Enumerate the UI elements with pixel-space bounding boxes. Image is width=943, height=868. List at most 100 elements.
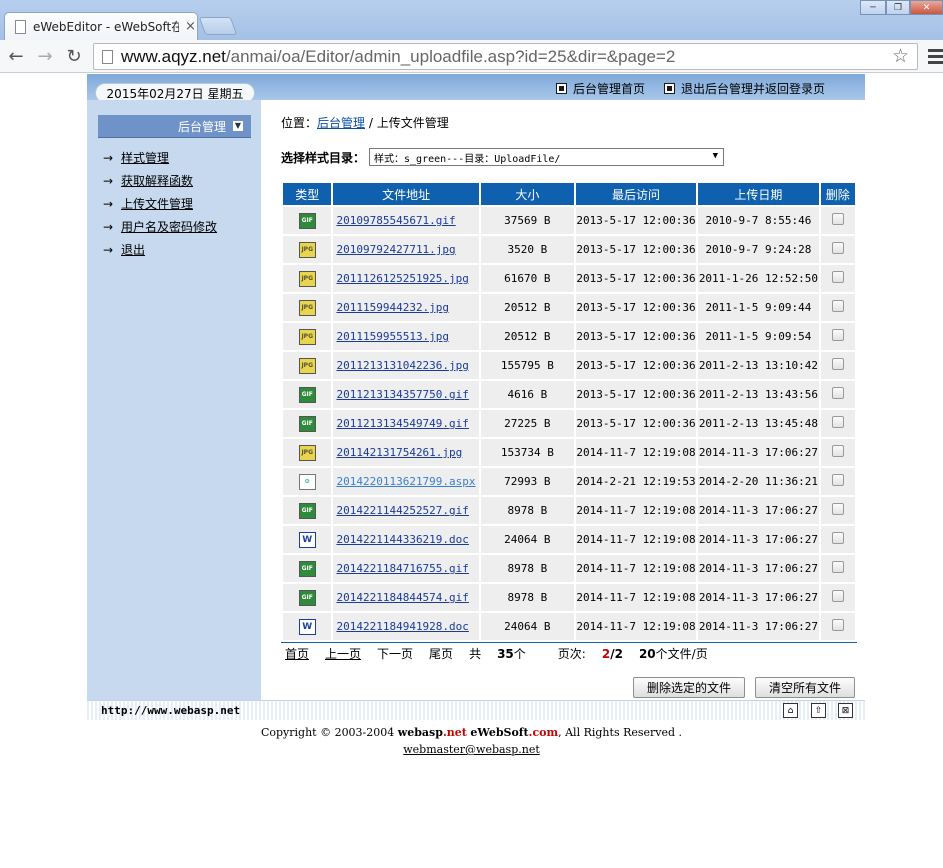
file-uploaded-cell: 2014-11-3 17:06:27 xyxy=(698,613,819,640)
sidebar-item-password[interactable]: → 用户名及密码修改 xyxy=(103,215,217,238)
table-row: JPG 2011213131042236.jpg 155795 B 2013-5-17… xyxy=(283,352,855,379)
file-uploaded-cell: 2014-11-3 17:06:27 xyxy=(698,439,819,466)
browser-tab[interactable]: eWebEditor - eWebSoft在线 × xyxy=(4,12,198,40)
address-bar[interactable]: www.aqyz.net/anmai/oa/Editor/admin_uploa… xyxy=(93,43,918,70)
delete-checkbox[interactable] xyxy=(831,329,844,341)
file-type-cell: GIF xyxy=(283,381,332,408)
browser-titlebar: eWebEditor - eWebSoft在线 × ─ ❐ ✕ xyxy=(0,0,943,40)
restore-button[interactable]: ❐ xyxy=(886,0,910,15)
back-icon[interactable]: ← xyxy=(5,45,27,67)
file-name-cell: 201142131754261.jpg xyxy=(333,439,479,466)
file-link[interactable]: 2014221144336219.doc xyxy=(336,533,468,546)
delete-checkbox[interactable] xyxy=(831,213,844,225)
col-uploaded: 上传日期 xyxy=(698,183,819,205)
browser-menu-icon[interactable] xyxy=(928,46,943,68)
file-link[interactable]: 2011159944232.jpg xyxy=(336,301,449,314)
delete-checkbox[interactable] xyxy=(831,619,844,631)
delete-checkbox[interactable] xyxy=(831,271,844,283)
close-icon[interactable]: ⊠ xyxy=(838,703,853,718)
file-link[interactable]: 2014221184716755.gif xyxy=(336,562,468,575)
copyright-line: Copyright © 2003-2004 webasp.net eWebSof… xyxy=(0,724,943,741)
delete-checkbox[interactable] xyxy=(831,387,844,399)
delete-checkbox[interactable] xyxy=(831,358,844,370)
file-uploaded-cell: 2011-1-26 12:52:50 xyxy=(698,265,819,292)
table-row: W 2014221184941928.doc 24064 B 2014-11-7 12… xyxy=(283,613,855,640)
contact-email-link[interactable]: webmaster@webasp.net xyxy=(403,743,540,756)
col-filename: 文件地址 xyxy=(333,183,479,205)
file-name-cell: 2011213134549749.gif xyxy=(333,410,479,437)
delete-checkbox[interactable] xyxy=(831,474,844,486)
file-link[interactable]: 2011213134549749.gif xyxy=(336,417,468,430)
close-window-button[interactable]: ✕ xyxy=(910,0,943,15)
file-link[interactable]: 2011213131042236.jpg xyxy=(336,359,468,372)
file-link[interactable]: 2011213134357750.gif xyxy=(336,388,468,401)
sidebar-item-exit[interactable]: → 退出 xyxy=(103,238,217,261)
sidebar-header[interactable]: 后台管理 ▼ xyxy=(98,115,251,138)
table-row: GIF 2014221184716755.gif 8978 B 2014-11-7 1… xyxy=(283,555,855,582)
delete-checkbox[interactable] xyxy=(831,503,844,515)
up-icon[interactable]: ⇧ xyxy=(811,703,826,718)
file-link[interactable]: 2014221144252527.gif xyxy=(336,504,468,517)
header-link-admin-home[interactable]: 后台管理首页 xyxy=(556,80,645,97)
file-type-cell: JPG xyxy=(283,294,332,321)
reload-icon[interactable]: ↻ xyxy=(63,45,85,67)
file-delete-cell xyxy=(820,497,855,524)
file-type-cell: W xyxy=(283,526,332,553)
col-delete: 删除 xyxy=(820,183,855,205)
header-link-logout[interactable]: 退出后台管理并返回登录页 xyxy=(664,80,825,97)
file-link[interactable]: 20109792427711.jpg xyxy=(336,243,455,256)
browser-toolbar: ← → ↻ www.aqyz.net/anmai/oa/Editor/admin… xyxy=(0,40,943,73)
header-link-label[interactable]: 退出后台管理并返回登录页 xyxy=(681,80,825,97)
file-link[interactable]: 2014220113621799.aspx xyxy=(336,475,475,488)
forward-icon[interactable]: → xyxy=(34,45,56,67)
brand-ewebsoft: eWebSoft xyxy=(470,726,529,739)
file-gif-icon: GIF xyxy=(298,503,316,519)
file-accessed-cell: 2014-11-7 12:19:08 xyxy=(575,613,697,640)
copyright-suffix: , All Rights Reserved . xyxy=(558,726,683,739)
bookmark-star-icon[interactable]: ☆ xyxy=(892,45,909,67)
file-link[interactable]: 2011126125251925.jpg xyxy=(336,272,468,285)
sidebar-item-functions[interactable]: → 获取解释函数 xyxy=(103,169,217,192)
file-link[interactable]: 20109785545671.gif xyxy=(336,214,455,227)
file-uploaded-cell: 2011-2-13 13:43:56 xyxy=(698,381,819,408)
sidebar-item-label[interactable]: 获取解释函数 xyxy=(121,172,193,189)
delete-checkbox[interactable] xyxy=(831,300,844,312)
chevron-down-icon: ▼ xyxy=(233,121,243,131)
page-icon xyxy=(15,19,26,34)
delete-checkbox[interactable] xyxy=(831,532,844,544)
style-dir-select[interactable]: 样式：s_green---目录：UploadFile/ ▼ xyxy=(369,148,725,166)
pager-per-page: 20个文件/页 xyxy=(638,647,708,661)
file-name-cell: 2014221144336219.doc xyxy=(333,526,479,553)
pager-next-label: 下一页 xyxy=(377,647,414,661)
home-icon[interactable]: ⌂ xyxy=(783,703,798,718)
sidebar-item-label[interactable]: 上传文件管理 xyxy=(121,195,193,212)
file-link[interactable]: 201142131754261.jpg xyxy=(336,446,462,459)
file-size-cell: 20512 B xyxy=(480,323,574,350)
clear-all-button[interactable]: 清空所有文件 xyxy=(755,677,855,698)
header-link-label[interactable]: 后台管理首页 xyxy=(573,80,645,97)
file-accessed-cell: 2013-5-17 12:00:36 xyxy=(575,236,697,263)
table-header-row: 类型 文件地址 大小 最后访问 上传日期 删除 xyxy=(283,183,855,205)
breadcrumb-link[interactable]: 后台管理 xyxy=(317,116,365,130)
sidebar-item-label[interactable]: 用户名及密码修改 xyxy=(121,218,217,235)
delete-checkbox[interactable] xyxy=(831,590,844,602)
file-link[interactable]: 2014221184844574.gif xyxy=(336,591,468,604)
delete-checkbox[interactable] xyxy=(831,561,844,573)
tab-close-icon[interactable]: × xyxy=(185,19,196,34)
sidebar-item-label[interactable]: 样式管理 xyxy=(121,149,169,166)
sidebar-item-style[interactable]: → 样式管理 xyxy=(103,146,217,169)
copyright-prefix: Copyright © 2003-2004 xyxy=(260,726,398,739)
delete-checkbox[interactable] xyxy=(831,416,844,428)
file-link[interactable]: 2011159955513.jpg xyxy=(336,330,449,343)
minimize-button[interactable]: ─ xyxy=(860,0,886,15)
pager-first-link[interactable]: 首页 xyxy=(285,645,309,662)
file-link[interactable]: 2014221184941928.doc xyxy=(336,620,468,633)
delete-checkbox[interactable] xyxy=(831,445,844,457)
pager-prev-link[interactable]: 上一页 xyxy=(325,645,361,662)
sidebar-item-label[interactable]: 退出 xyxy=(121,241,145,258)
sidebar-item-uploads[interactable]: → 上传文件管理 xyxy=(103,192,217,215)
new-tab-button[interactable] xyxy=(198,17,238,35)
delete-checkbox[interactable] xyxy=(831,242,844,254)
delete-selected-button[interactable]: 删除选定的文件 xyxy=(633,677,745,698)
file-delete-cell xyxy=(820,526,855,553)
